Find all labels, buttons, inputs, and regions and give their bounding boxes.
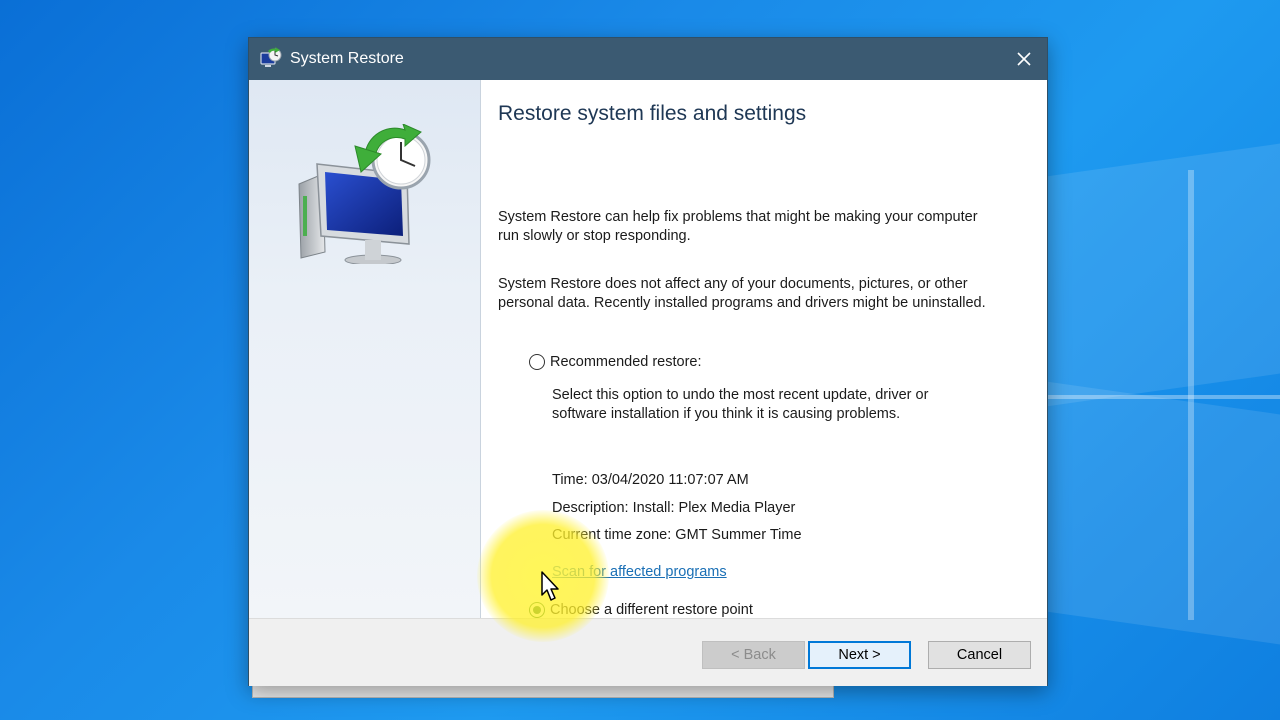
cancel-button[interactable]: Cancel [928, 641, 1031, 669]
different-restore-point-option[interactable]: Choose a different restore point [529, 602, 753, 618]
different-restore-point-label[interactable]: Choose a different restore point [550, 602, 753, 618]
back-button[interactable]: < Back [702, 641, 805, 669]
button-bar: < Back Next > Cancel [249, 618, 1047, 686]
restore-timezone: Current time zone: GMT Summer Time [552, 527, 802, 543]
system-restore-icon [260, 47, 282, 67]
close-icon [1017, 52, 1031, 66]
system-restore-monitor-clock-icon [298, 124, 431, 264]
recommended-restore-radio[interactable] [529, 354, 545, 370]
next-button[interactable]: Next > [808, 641, 911, 669]
different-restore-point-radio[interactable] [529, 602, 545, 618]
page-heading: Restore system files and settings [498, 102, 807, 125]
recommended-restore-label[interactable]: Recommended restore: [550, 354, 702, 370]
side-panel [249, 80, 481, 618]
intro-paragraph-2: System Restore does not affect any of yo… [498, 276, 986, 311]
content-area: Restore system files and settings System… [481, 80, 1047, 618]
title-bar[interactable]: System Restore [249, 38, 1047, 80]
restore-description: Description: Install: Plex Media Player [552, 500, 796, 516]
background-window [252, 684, 834, 698]
scan-affected-programs-link[interactable]: Scan for affected programs [552, 564, 727, 580]
restore-time: Time: 03/04/2020 11:07:07 AM [552, 472, 749, 488]
window-title: System Restore [290, 50, 404, 67]
recommended-restore-description: Select this option to undo the most rece… [552, 387, 929, 422]
intro-paragraph-1: System Restore can help fix problems tha… [498, 209, 978, 244]
close-button[interactable] [1001, 38, 1047, 80]
system-restore-dialog: System Restore Restore system files and … [248, 37, 1048, 686]
recommended-restore-option[interactable]: Recommended restore: [529, 354, 702, 370]
